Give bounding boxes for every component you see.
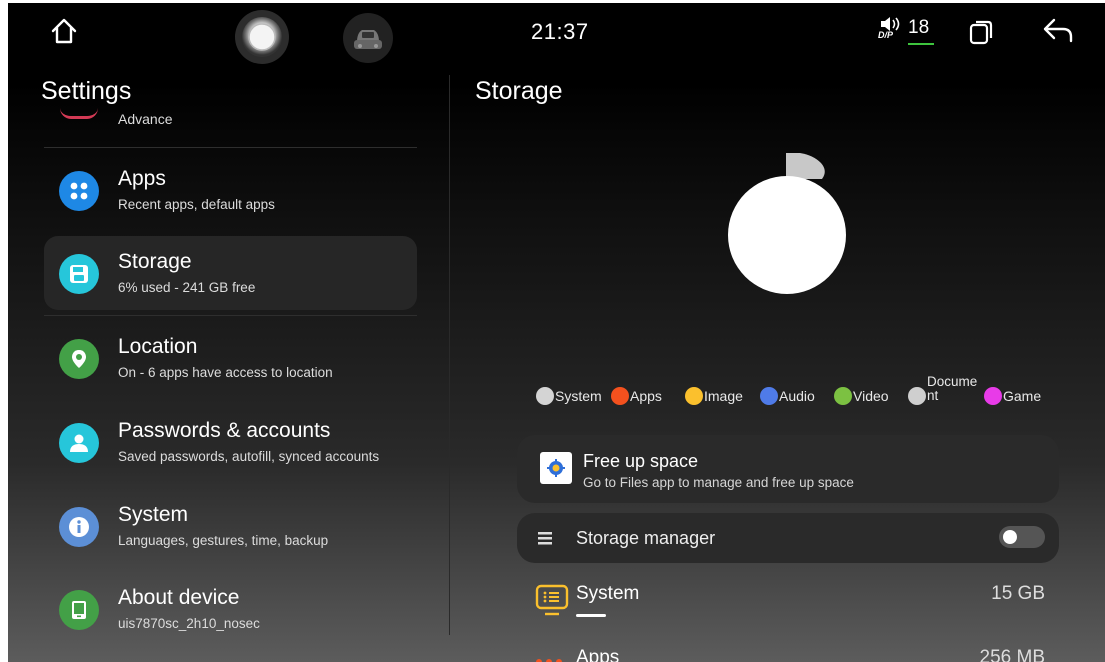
legend-label: System — [555, 388, 602, 404]
home-icon[interactable] — [48, 15, 80, 47]
legend-dot — [760, 387, 778, 405]
back-icon[interactable] — [1040, 15, 1076, 47]
item-title: Passwords & accounts — [118, 419, 331, 442]
page-title: Settings — [41, 77, 132, 105]
storage-manager-label: Storage manager — [576, 528, 716, 548]
category-name: System — [576, 583, 640, 604]
apps-grid-icon — [59, 171, 99, 211]
toggle-knob — [1003, 530, 1017, 544]
legend-label: Apps — [630, 388, 662, 404]
legend-item-game: Game — [984, 387, 1041, 405]
volume-value: 18 — [908, 17, 930, 38]
legend-item-image: Image — [685, 387, 743, 405]
partial-item-subtitle: Advance — [118, 111, 173, 127]
category-size: 15 GB — [991, 583, 1045, 604]
recent-apps-icon[interactable] — [966, 17, 996, 47]
save-disk-icon — [59, 254, 99, 294]
pie-slice-system — [786, 153, 825, 179]
monitor-list-icon — [535, 584, 569, 621]
category-size: 256 MB — [979, 647, 1045, 662]
item-title: Storage — [118, 250, 192, 273]
legend-dot — [685, 387, 703, 405]
legend-dot — [536, 387, 554, 405]
car-icon[interactable] — [342, 12, 394, 64]
free-up-space-card[interactable]: Free up space Go to Files app to manage … — [517, 435, 1059, 503]
item-subtitle: Languages, gestures, time, backup — [118, 533, 329, 548]
legend-label: Audio — [779, 388, 815, 404]
legend-label: Image — [704, 388, 743, 404]
free-up-title: Free up space — [583, 451, 699, 471]
list-icon — [537, 530, 553, 551]
dots-icon — [535, 653, 567, 662]
legend-dot — [984, 387, 1002, 405]
legend-item-system: System — [536, 387, 602, 405]
settings-item-system[interactable]: System Languages, gestures, time, backup — [44, 489, 417, 563]
tablet-icon — [59, 590, 99, 630]
settings-item-storage[interactable]: Storage 6% used - 241 GB free — [44, 236, 417, 310]
settings-item-apps[interactable]: Apps Recent apps, default apps — [44, 153, 417, 227]
category-name: Apps — [576, 647, 620, 662]
legend-item-apps: Apps — [611, 387, 662, 405]
item-subtitle: On - 6 apps have access to location — [118, 365, 333, 380]
settings-item-location[interactable]: Location On - 6 apps have access to loca… — [44, 321, 417, 395]
legend-dot — [834, 387, 852, 405]
legend-dot — [611, 387, 629, 405]
legend-item-video: Video — [834, 387, 889, 405]
storage-manager-row[interactable]: Storage manager — [517, 513, 1059, 563]
legend-item-audio: Audio — [760, 387, 815, 405]
panel-divider — [449, 75, 450, 635]
screen: 21:37 D/P 18 Settings Advance Apps Recen… — [8, 3, 1105, 662]
pie-free-space — [728, 176, 846, 294]
status-bar: 21:37 D/P 18 — [8, 3, 1105, 65]
partial-item-icon — [60, 108, 98, 119]
legend-dot — [908, 387, 926, 405]
volume-mode-label: D/P — [878, 30, 894, 40]
free-up-subtitle: Go to Files app to manage and free up sp… — [583, 475, 854, 490]
category-usage-bar — [576, 614, 606, 617]
storage-category-apps[interactable]: Apps 256 MB — [535, 644, 1055, 662]
item-title: About device — [118, 586, 240, 609]
item-title: Location — [118, 335, 198, 358]
storage-title: Storage — [475, 77, 563, 105]
item-subtitle: Recent apps, default apps — [118, 197, 275, 212]
storage-usage-pie-chart — [728, 151, 846, 296]
storage-manager-toggle[interactable] — [999, 526, 1045, 548]
settings-item-about-device[interactable]: About device uis7870sc_2h10_nosec — [44, 572, 417, 646]
volume-indicator — [908, 43, 934, 45]
legend-item-document: Docume nt — [908, 375, 977, 405]
settings-panel: Settings Advance Apps Recent apps, defau… — [8, 63, 450, 662]
storage-category-system[interactable]: System 15 GB — [535, 580, 1055, 620]
item-subtitle: uis7870sc_2h10_nosec — [118, 616, 260, 631]
legend-label: Docume nt — [927, 374, 978, 403]
legend-label: Game — [1003, 388, 1042, 404]
account-icon — [59, 423, 99, 463]
item-subtitle: Saved passwords, autofill, synced accoun… — [118, 449, 380, 464]
chart-legend: System Apps Image Audio Video Docume nt G… — [536, 375, 1076, 417]
settings-item-passwords-accounts[interactable]: Passwords & accounts Saved passwords, au… — [44, 405, 417, 479]
item-title: Apps — [118, 167, 166, 190]
legend-label: Video — [853, 388, 889, 404]
item-subtitle: 6% used - 241 GB free — [118, 280, 256, 295]
location-pin-icon — [59, 339, 99, 379]
info-icon — [59, 507, 99, 547]
item-title: System — [118, 503, 189, 526]
assistant-orb-icon[interactable] — [234, 9, 290, 65]
files-app-icon — [540, 452, 572, 484]
divider — [44, 315, 417, 316]
divider — [44, 147, 417, 148]
clock: 21:37 — [531, 19, 589, 44]
